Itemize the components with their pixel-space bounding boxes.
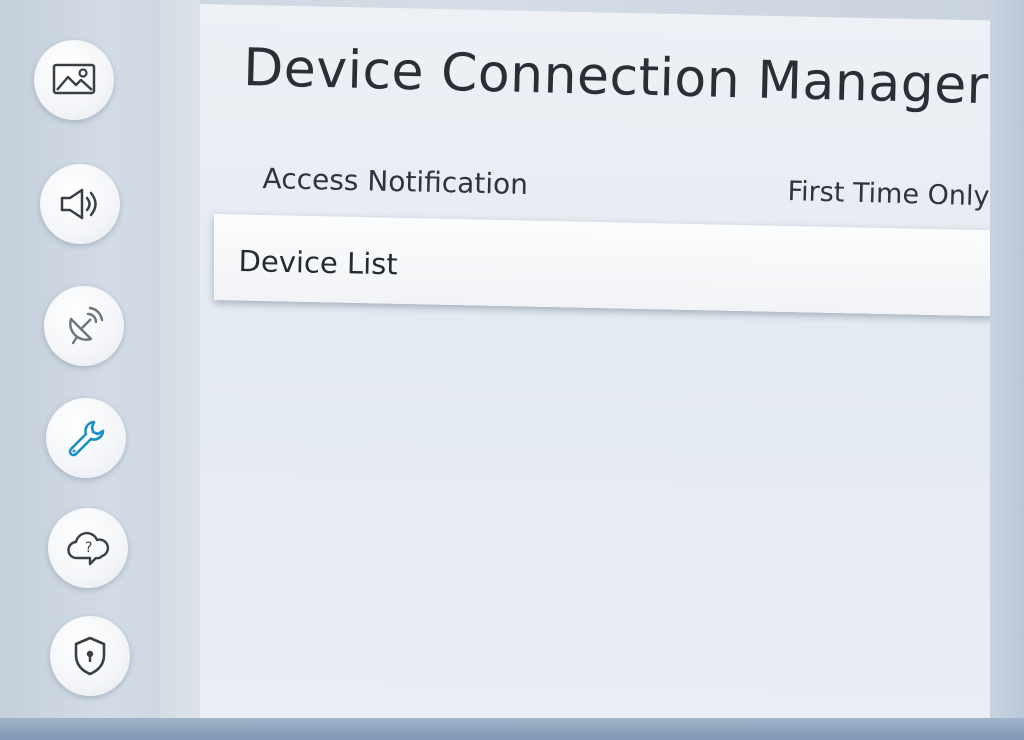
sidebar-item-privacy[interactable] xyxy=(50,616,130,696)
shield-icon xyxy=(72,635,108,677)
svg-text:?: ? xyxy=(85,540,92,556)
satellite-icon xyxy=(63,305,105,347)
picture-icon xyxy=(52,62,96,98)
device-list-label: Device List xyxy=(238,244,399,282)
access-notification-label[interactable]: Access Notification xyxy=(262,162,528,201)
sidebar-item-picture[interactable] xyxy=(34,40,114,120)
screen-edge-bottom xyxy=(0,718,1024,740)
screen-edge-right xyxy=(990,0,1024,740)
sidebar-item-general[interactable] xyxy=(46,398,126,478)
settings-panel xyxy=(200,4,990,740)
sidebar-item-support[interactable]: ? xyxy=(48,508,128,588)
speaker-icon xyxy=(58,186,102,222)
help-cloud-icon: ? xyxy=(65,528,111,568)
access-notification-value: First Time Only xyxy=(787,176,990,213)
wrench-icon xyxy=(64,416,108,460)
sidebar-item-broadcasting[interactable] xyxy=(44,286,124,366)
sidebar-item-sound[interactable] xyxy=(40,164,120,244)
